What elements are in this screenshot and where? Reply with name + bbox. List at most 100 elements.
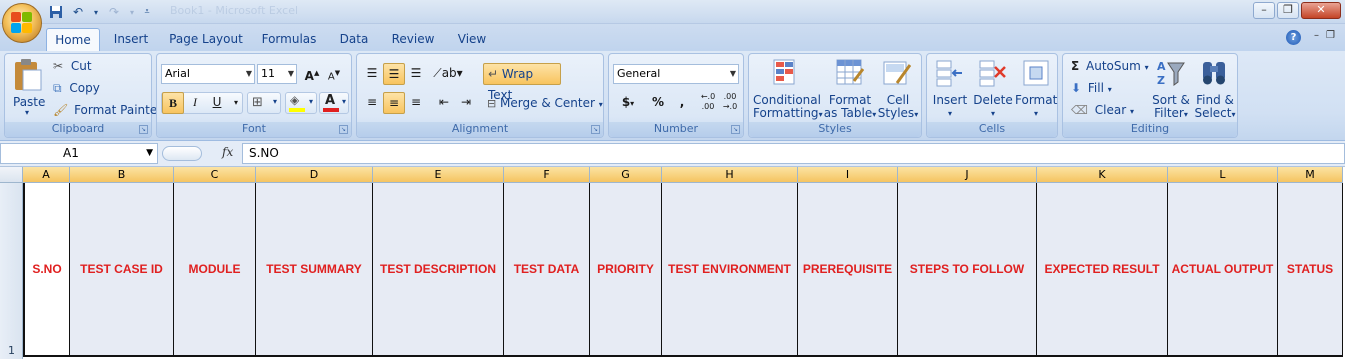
cell-styles-button[interactable]: Cell Styles▾ (877, 57, 919, 121)
decrease-indent-button[interactable]: ⇤ (433, 92, 455, 114)
middle-align-button[interactable]: ☰ (383, 63, 405, 85)
office-button[interactable] (2, 3, 42, 43)
column-header-k[interactable]: K (1037, 167, 1168, 183)
tab-formulas[interactable]: Formulas (258, 28, 320, 51)
clipboard-launcher-icon[interactable]: ↘ (139, 125, 148, 134)
paste-button[interactable]: Paste ▾ (9, 58, 47, 118)
column-header-d[interactable]: D (256, 167, 373, 183)
percent-button[interactable]: % (647, 92, 669, 114)
undo-icon[interactable]: ↶ (70, 4, 86, 20)
cell-m1[interactable]: STATUS (1278, 183, 1343, 357)
font-color-button[interactable]: A ▾ (319, 92, 349, 114)
tab-data[interactable]: Data (334, 28, 374, 51)
ribbon-minimize-icon[interactable]: – (1314, 30, 1319, 41)
formula-input[interactable]: S.NO (242, 143, 1345, 164)
cell-k1[interactable]: EXPECTED RESULT (1037, 183, 1168, 357)
format-painter-button[interactable]: 🖌 Format Painter (53, 103, 162, 117)
column-header-e[interactable]: E (373, 167, 504, 183)
grow-font-button[interactable]: A▲ (301, 63, 323, 85)
conditional-formatting-button[interactable]: Conditional Formatting▾ (753, 57, 823, 121)
redo-dropdown-icon[interactable]: ▾ (128, 4, 136, 20)
ribbon-restore-icon[interactable]: ❐ (1326, 30, 1335, 41)
close-button[interactable]: ✕ (1301, 2, 1341, 19)
autosum-button[interactable]: Σ AutoSum ▾ (1071, 59, 1149, 73)
format-as-table-button[interactable]: Format as Table▾ (823, 57, 877, 121)
column-header-l[interactable]: L (1168, 167, 1278, 183)
paste-dropdown-icon[interactable]: ▾ (25, 108, 29, 117)
insert-function-button[interactable]: fx (222, 145, 233, 159)
save-icon[interactable] (48, 4, 64, 20)
merge-center-button[interactable]: ⊟ Merge & Center ▾ (487, 96, 603, 110)
column-header-f[interactable]: F (504, 167, 590, 183)
restore-button[interactable]: ❐ (1277, 2, 1299, 19)
column-header-h[interactable]: H (662, 167, 798, 183)
name-box[interactable]: A1 ▼ (0, 143, 158, 164)
font-family-select[interactable]: Arial ▼ (161, 64, 255, 84)
currency-button[interactable]: $▾ (613, 92, 643, 114)
cell-c1[interactable]: MODULE (174, 183, 256, 357)
delete-cells-button[interactable]: Delete ▾ (971, 57, 1015, 121)
tab-insert[interactable]: Insert (110, 28, 152, 51)
cell-b1[interactable]: TEST CASE ID (70, 183, 174, 357)
cell-e1[interactable]: TEST DESCRIPTION (373, 183, 504, 357)
copy-button[interactable]: ⧉ Copy (53, 81, 100, 96)
bottom-align-button[interactable]: ☰ (405, 63, 427, 85)
tab-view[interactable]: View (452, 28, 492, 51)
wrap-text-button[interactable]: ↵ Wrap Text (483, 63, 561, 102)
alignment-launcher-icon[interactable]: ↘ (591, 125, 600, 134)
align-right-button[interactable]: ≡ (405, 92, 427, 114)
underline-dropdown-icon[interactable]: ▾ (225, 92, 247, 114)
increase-decimal-button[interactable]: ←.0.00 (697, 92, 719, 114)
cell-j1[interactable]: STEPS TO FOLLOW (898, 183, 1037, 357)
column-header-c[interactable]: C (174, 167, 256, 183)
cell-f1[interactable]: TEST DATA (504, 183, 590, 357)
cell-a1[interactable]: S.NO (23, 183, 70, 357)
customize-qat-icon[interactable]: ⩡ (142, 4, 152, 20)
number-launcher-icon[interactable]: ↘ (731, 125, 740, 134)
help-icon[interactable]: ? (1286, 30, 1301, 45)
formula-expand-handle[interactable] (162, 146, 202, 161)
cut-button[interactable]: ✂ Cut (53, 59, 92, 73)
tab-review[interactable]: Review (388, 28, 438, 51)
row-header-1[interactable]: 1 (0, 183, 23, 359)
cell-l1[interactable]: ACTUAL OUTPUT (1168, 183, 1278, 357)
font-size-select[interactable]: 11 ▼ (257, 64, 297, 84)
tab-home[interactable]: Home (46, 28, 100, 51)
sort-filter-button[interactable]: A Z Sort & Filter▾ (1149, 57, 1193, 121)
column-header-j[interactable]: J (898, 167, 1037, 183)
align-center-button[interactable]: ≡ (383, 92, 405, 114)
select-all-corner[interactable] (0, 167, 23, 183)
column-header-b[interactable]: B (70, 167, 174, 183)
insert-cells-button[interactable]: Insert ▾ (929, 57, 971, 121)
decrease-decimal-button[interactable]: .00 →.0 (719, 92, 741, 114)
fill-color-button[interactable]: ◈ ▾ (285, 92, 317, 114)
cell-i1[interactable]: PREREQUISITE (798, 183, 898, 357)
table-icon (836, 59, 864, 85)
align-left-button[interactable]: ≡ (361, 92, 383, 114)
format-cells-button[interactable]: Format ▾ (1015, 57, 1057, 121)
undo-dropdown-icon[interactable]: ▾ (92, 4, 100, 20)
column-header-m[interactable]: M (1278, 167, 1343, 183)
column-header-a[interactable]: A (23, 167, 70, 183)
redo-icon[interactable]: ↷ (106, 4, 122, 20)
comma-button[interactable]: , (671, 92, 693, 114)
shrink-font-button[interactable]: A▼ (323, 63, 345, 85)
increase-indent-button[interactable]: ⇥ (455, 92, 477, 114)
italic-button[interactable]: I (184, 92, 206, 114)
column-header-g[interactable]: G (590, 167, 662, 183)
cell-d1[interactable]: TEST SUMMARY (256, 183, 373, 357)
minimize-button[interactable]: – (1253, 2, 1275, 19)
orientation-button[interactable]: ⟋ab▾ (433, 63, 463, 85)
font-launcher-icon[interactable]: ↘ (339, 125, 348, 134)
cell-g1[interactable]: PRIORITY (590, 183, 662, 357)
number-format-select[interactable]: General ▼ (613, 64, 739, 84)
tab-page-layout[interactable]: Page Layout (168, 28, 244, 51)
clear-button[interactable]: ⌫ Clear ▾ (1071, 103, 1134, 117)
column-header-i[interactable]: I (798, 167, 898, 183)
find-select-button[interactable]: Find & Select▾ (1193, 57, 1237, 121)
borders-button[interactable]: ⊞ ▾ (247, 92, 281, 114)
bold-button[interactable]: B (162, 92, 184, 114)
cell-h1[interactable]: TEST ENVIRONMENT (662, 183, 798, 357)
top-align-button[interactable]: ☰ (361, 63, 383, 85)
fill-button[interactable]: ⬇ Fill ▾ (1071, 81, 1112, 95)
